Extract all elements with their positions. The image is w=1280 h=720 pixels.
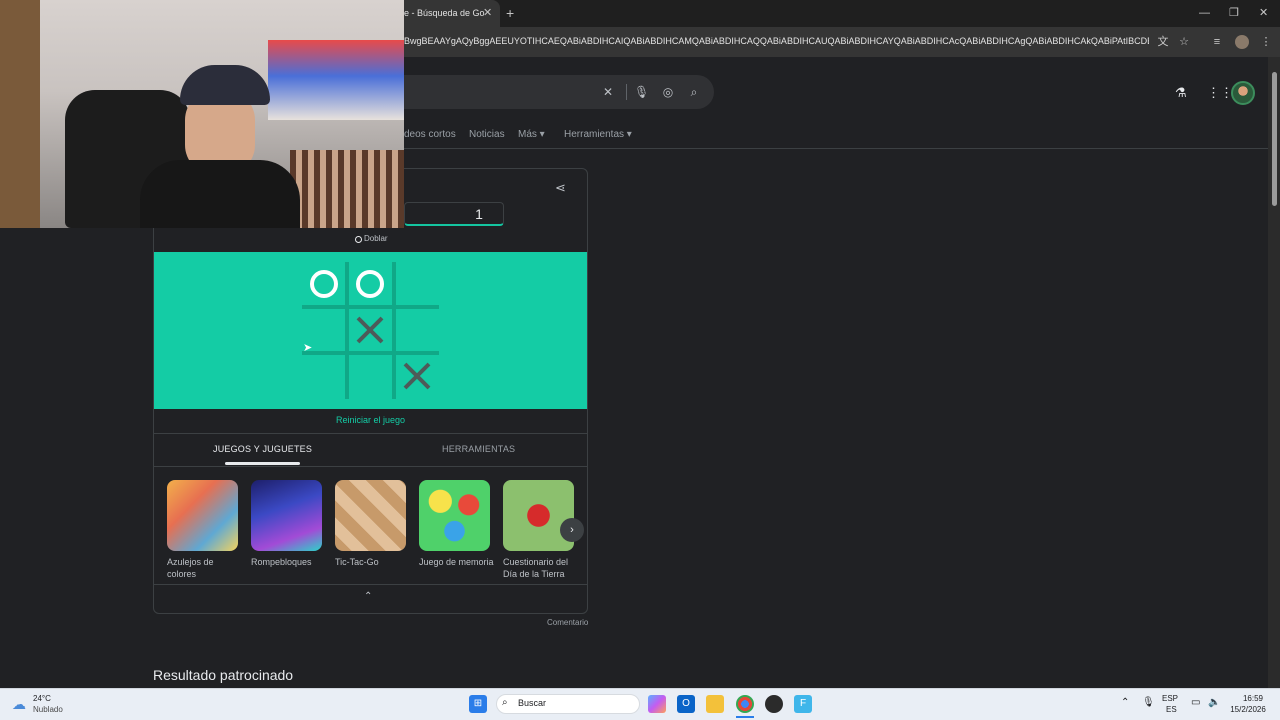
board-cell[interactable]: [348, 354, 392, 398]
network-icon[interactable]: ▭: [1191, 697, 1200, 708]
tab-games-toys[interactable]: JUEGOS Y JUGUETES: [213, 444, 312, 454]
memory-thumbnail[interactable]: [419, 480, 490, 551]
mode-radio-icon[interactable]: [355, 236, 362, 243]
active-tab-indicator: [225, 462, 300, 465]
sponsored-heading: Resultado patrocinado: [153, 667, 294, 683]
game-name[interactable]: Juego de memoria: [419, 556, 494, 568]
volume-icon[interactable]: 🔈: [1208, 697, 1220, 708]
clock-time[interactable]: 16:59: [1236, 694, 1270, 703]
chrome-icon[interactable]: [736, 695, 754, 713]
search-icon[interactable]: ⌕: [687, 85, 701, 99]
lens-icon[interactable]: ◎: [661, 85, 675, 99]
tiles-thumbnail[interactable]: [167, 480, 238, 551]
tray-chevron-icon[interactable]: ⌃: [1121, 697, 1129, 708]
mic-tray-icon[interactable]: 🎙: [1142, 697, 1155, 708]
scrollbar-thumb[interactable]: [1272, 72, 1277, 206]
mode-label[interactable]: Doblar: [364, 234, 388, 243]
restart-game-link[interactable]: Reiniciar el juego: [154, 415, 587, 425]
mouse-cursor-icon: ➤: [303, 342, 313, 354]
labs-flask-icon[interactable]: ⚗: [1175, 86, 1187, 100]
file-explorer-icon[interactable]: [706, 695, 724, 713]
obs-icon[interactable]: [765, 695, 783, 713]
board-cell[interactable]: [348, 262, 392, 306]
weather-desc[interactable]: Nublado: [33, 705, 63, 714]
collapse-chevron-icon[interactable]: ⌃: [364, 591, 372, 602]
nav-news[interactable]: Noticias: [469, 129, 505, 140]
bunk-bed: [268, 40, 404, 120]
clear-icon[interactable]: ✕: [601, 85, 615, 99]
app-f-icon[interactable]: F: [794, 695, 812, 713]
board-svg: [302, 262, 439, 399]
ladybug-thumbnail[interactable]: [503, 480, 574, 551]
minimize-icon[interactable]: —: [1199, 7, 1210, 19]
divider: [154, 584, 587, 585]
game-name[interactable]: Tic-Tac-Go: [335, 556, 410, 568]
board-cell[interactable]: [348, 308, 392, 352]
lang-top[interactable]: ESP: [1162, 694, 1178, 703]
bookmark-star-icon[interactable]: ☆: [1177, 35, 1191, 49]
game-name[interactable]: Azulejos de colores: [167, 556, 242, 580]
active-app-indicator: [736, 716, 754, 718]
microphone-icon[interactable]: 🎙: [634, 85, 649, 99]
person-cap: [180, 65, 270, 105]
profile-icon[interactable]: [1235, 35, 1249, 49]
person-shirt: [140, 160, 300, 228]
board-cell[interactable]: [302, 354, 346, 398]
weather-temp[interactable]: 24°C: [33, 694, 51, 703]
new-tab-icon[interactable]: +: [506, 6, 514, 20]
apps-grid-icon[interactable]: ⋮⋮: [1207, 86, 1233, 100]
restore-icon[interactable]: ❐: [1229, 7, 1239, 19]
tab-close-icon[interactable]: ✕: [483, 7, 492, 19]
board-cell[interactable]: [395, 308, 439, 352]
tab-tools[interactable]: HERRAMIENTAS: [442, 444, 515, 454]
nav-divider: [404, 148, 1268, 149]
nav-short-videos[interactable]: deos cortos: [404, 129, 456, 140]
board-cell[interactable]: [302, 262, 346, 306]
webcam-overlay: [0, 0, 404, 228]
taskbar-search-placeholder: Buscar: [518, 698, 547, 708]
copilot-icon[interactable]: [648, 695, 666, 713]
game-name[interactable]: Cuestionario del Día de la Tierra: [503, 556, 578, 580]
score-display: 1: [404, 202, 504, 226]
menu-dots-icon[interactable]: ⋮: [1259, 35, 1273, 49]
media-controls-icon[interactable]: ≡: [1210, 35, 1224, 49]
window-close-icon[interactable]: ✕: [1259, 7, 1268, 19]
share-icon[interactable]: ⋖: [555, 180, 566, 196]
divider: [154, 433, 587, 434]
carousel-next-icon[interactable]: ›: [560, 518, 584, 542]
taskbar-search-icon: ⌕: [502, 697, 508, 708]
bed-blanket: [290, 150, 404, 228]
board-cell[interactable]: [395, 354, 439, 398]
clock-date[interactable]: 15/2/2026: [1226, 705, 1270, 714]
lang-bottom[interactable]: ES: [1166, 705, 1177, 714]
url-bar[interactable]: BwgBEAAYgAQyBggAEEUYOTIHCAEQABiABDIHCAIQ…: [404, 36, 1149, 50]
tictactoe-thumbnail[interactable]: [335, 480, 406, 551]
translate-icon[interactable]: 文: [1156, 35, 1170, 49]
game-board: [154, 252, 587, 409]
divider: [626, 84, 627, 100]
door-frame: [0, 0, 40, 228]
nav-more[interactable]: Más ▾: [518, 129, 545, 140]
windows-taskbar: [0, 688, 1280, 720]
weather-cloud-icon[interactable]: ☁: [12, 696, 26, 713]
board-cell[interactable]: [395, 262, 439, 306]
windows-start-icon[interactable]: ⊞: [469, 695, 487, 713]
game-name[interactable]: Rompebloques: [251, 556, 326, 568]
nav-tools[interactable]: Herramientas ▾: [564, 129, 632, 140]
tab-title: e - Búsqueda de Go: [404, 8, 485, 18]
feedback-link[interactable]: Comentario: [547, 618, 588, 627]
breakout-thumbnail[interactable]: [251, 480, 322, 551]
account-avatar[interactable]: [1231, 81, 1255, 105]
divider: [154, 466, 587, 467]
outlook-icon[interactable]: O: [677, 695, 695, 713]
